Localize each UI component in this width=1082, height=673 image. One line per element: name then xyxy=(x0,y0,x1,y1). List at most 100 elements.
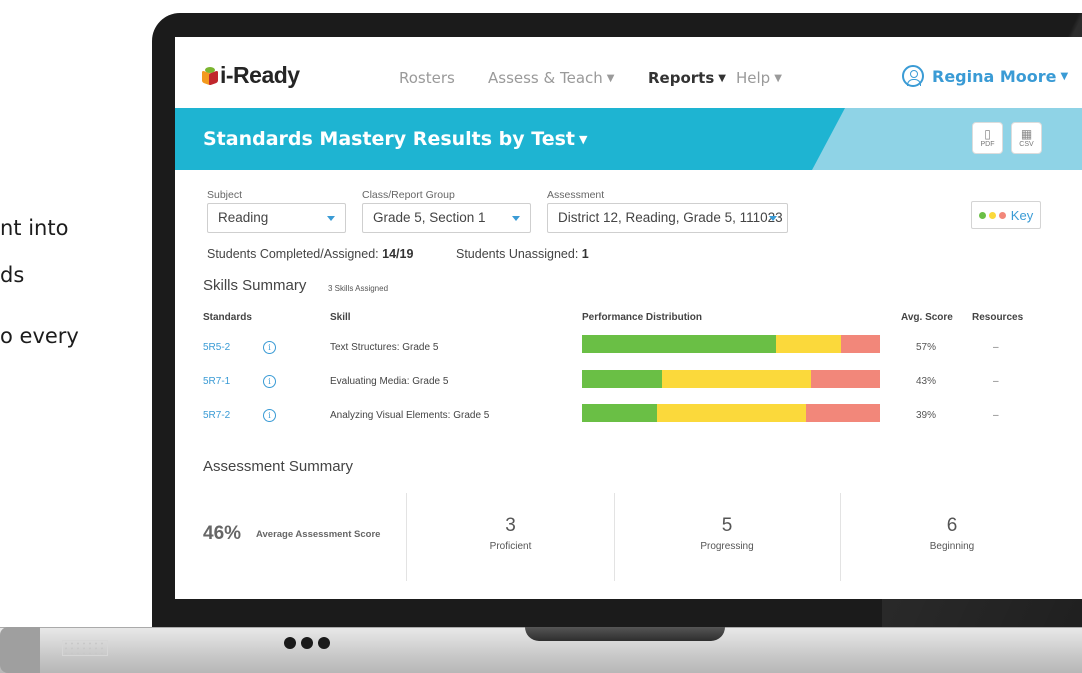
logo-text: i-Ready xyxy=(220,62,300,88)
user-avatar-icon xyxy=(902,65,924,87)
top-navigation: i-Ready Rosters Assess & Teach ▼ Reports ▼… xyxy=(175,37,1082,108)
beginning-segment xyxy=(841,335,880,353)
proficient-segment xyxy=(582,335,776,353)
proficient-count: 3 xyxy=(505,515,516,536)
proficient-segment xyxy=(582,404,657,422)
column-header-skill: Skill xyxy=(330,312,351,323)
completed-value: 14/19 xyxy=(382,247,414,261)
user-name: Regina Moore xyxy=(932,66,1057,86)
beginning-summary: 6 Beginning xyxy=(841,493,1063,583)
background-text-line: o every xyxy=(0,324,79,348)
progressing-summary: 5 Progressing xyxy=(615,493,839,583)
resources-value: – xyxy=(993,376,999,387)
standard-link[interactable]: 5R5-2 xyxy=(203,342,230,353)
nav-item-label: Reports xyxy=(648,69,715,87)
document-icon: ▯ xyxy=(984,126,991,141)
app-screen: i-Ready Rosters Assess & Teach ▼ Reports ▼… xyxy=(175,37,1082,599)
skill-name: Text Structures: Grade 5 xyxy=(330,342,439,353)
standard-link[interactable]: 5R7-2 xyxy=(203,410,230,421)
info-icon[interactable]: i xyxy=(263,375,276,388)
beginning-segment xyxy=(805,404,880,422)
subject-label: Subject xyxy=(207,189,243,201)
performance-bar[interactable] xyxy=(582,370,880,388)
page-header: Standards Mastery Results by Test ▼ ▯ PDF… xyxy=(175,108,1082,170)
logo-icon xyxy=(202,66,218,86)
export-csv-button[interactable]: ▦ CSV xyxy=(1011,122,1042,154)
assessment-value: District 12, Reading, Grade 5, 111023 xyxy=(558,210,783,225)
chevron-down-icon: ▼ xyxy=(774,73,782,84)
subject-value: Reading xyxy=(218,210,269,225)
class-group-select[interactable]: Grade 5, Section 1 xyxy=(362,203,531,233)
unassigned-value: 1 xyxy=(581,247,589,261)
nav-item-label: Assess & Teach xyxy=(488,69,603,87)
progressing-segment xyxy=(656,404,806,422)
class-group-value: Grade 5, Section 1 xyxy=(373,210,486,225)
info-icon[interactable]: i xyxy=(263,409,276,422)
hinge-notch xyxy=(525,627,725,641)
export-pdf-button[interactable]: ▯ PDF xyxy=(972,122,1003,154)
beginning-count: 6 xyxy=(946,515,958,536)
background-text-line: ds xyxy=(0,263,25,287)
skill-name: Analyzing Visual Elements: Grade 5 xyxy=(330,410,490,421)
background-text-line: nt into xyxy=(0,216,69,240)
status-dots xyxy=(284,637,330,649)
average-assessment-label: Average Assessment Score xyxy=(256,529,381,540)
progressing-label: Progressing xyxy=(700,541,754,552)
column-header-resources: Resources xyxy=(972,312,1024,323)
nav-item-help[interactable]: Help ▼ xyxy=(736,69,782,87)
class-group-label: Class/Report Group xyxy=(362,189,455,201)
app-logo[interactable]: i-Ready xyxy=(202,62,300,89)
nav-item-label: Rosters xyxy=(399,69,455,87)
progressing-segment xyxy=(775,335,842,353)
chevron-down-icon xyxy=(512,216,520,221)
export-csv-label: CSV xyxy=(1019,140,1034,148)
unassigned-stat: Students Unassigned: 1 xyxy=(456,247,589,261)
chevron-down-icon: ▼ xyxy=(1060,70,1069,82)
column-header-performance: Performance Distribution xyxy=(582,312,703,323)
progressing-segment xyxy=(662,370,812,388)
subject-select[interactable]: Reading xyxy=(207,203,346,233)
chevron-down-icon: ▼ xyxy=(606,73,615,84)
laptop-base-edge xyxy=(0,627,40,673)
avg-score: 57% xyxy=(916,342,937,353)
column-header-standards: Standards xyxy=(203,312,252,323)
legend-dot-red xyxy=(998,211,1006,219)
report-title-dropdown[interactable]: Standards Mastery Results by Test ▼ xyxy=(203,128,587,150)
unassigned-label: Students Unassigned: xyxy=(456,247,579,261)
speaker-grille xyxy=(62,640,108,656)
chevron-down-icon xyxy=(327,216,335,221)
beginning-segment xyxy=(811,370,880,388)
completed-stat: Students Completed/Assigned: 14/19 xyxy=(207,247,413,261)
key-label: Key xyxy=(1010,207,1034,223)
proficient-segment xyxy=(582,370,663,388)
nav-item-assess-teach[interactable]: Assess & Teach ▼ xyxy=(488,69,614,87)
nav-item-rosters[interactable]: Rosters xyxy=(399,69,455,87)
chevron-down-icon xyxy=(769,216,777,221)
assessment-select[interactable]: District 12, Reading, Grade 5, 111023 xyxy=(547,203,788,233)
skill-name: Evaluating Media: Grade 5 xyxy=(330,376,449,387)
assessment-label: Assessment xyxy=(547,189,605,201)
page-title: Standards Mastery Results by Test xyxy=(203,128,575,150)
performance-bar[interactable] xyxy=(582,404,880,422)
grid-icon: ▦ xyxy=(1020,126,1033,141)
resources-value: – xyxy=(993,410,999,421)
avg-score: 39% xyxy=(916,410,937,421)
legend-dot-yellow xyxy=(988,211,996,219)
chevron-down-icon: ▼ xyxy=(718,73,726,84)
info-icon[interactable]: i xyxy=(263,341,276,354)
user-menu[interactable]: Regina Moore ▼ xyxy=(902,65,1068,87)
proficient-label: Proficient xyxy=(489,541,532,552)
export-pdf-label: PDF xyxy=(980,140,995,148)
average-assessment-score: 46% xyxy=(203,523,242,544)
avg-score: 43% xyxy=(916,376,937,387)
legend-dot-green xyxy=(978,211,986,219)
nav-item-reports[interactable]: Reports ▼ xyxy=(648,69,726,87)
key-button[interactable]: Key xyxy=(971,201,1041,229)
skills-assigned-note: 3 Skills Assigned xyxy=(328,284,389,293)
standard-link[interactable]: 5R7-1 xyxy=(203,376,230,387)
performance-bar[interactable] xyxy=(582,335,880,353)
resources-value: – xyxy=(993,342,999,353)
column-header-avg-score: Avg. Score xyxy=(901,312,953,323)
proficient-summary: 3 Proficient xyxy=(407,493,614,583)
progressing-count: 5 xyxy=(721,515,733,536)
